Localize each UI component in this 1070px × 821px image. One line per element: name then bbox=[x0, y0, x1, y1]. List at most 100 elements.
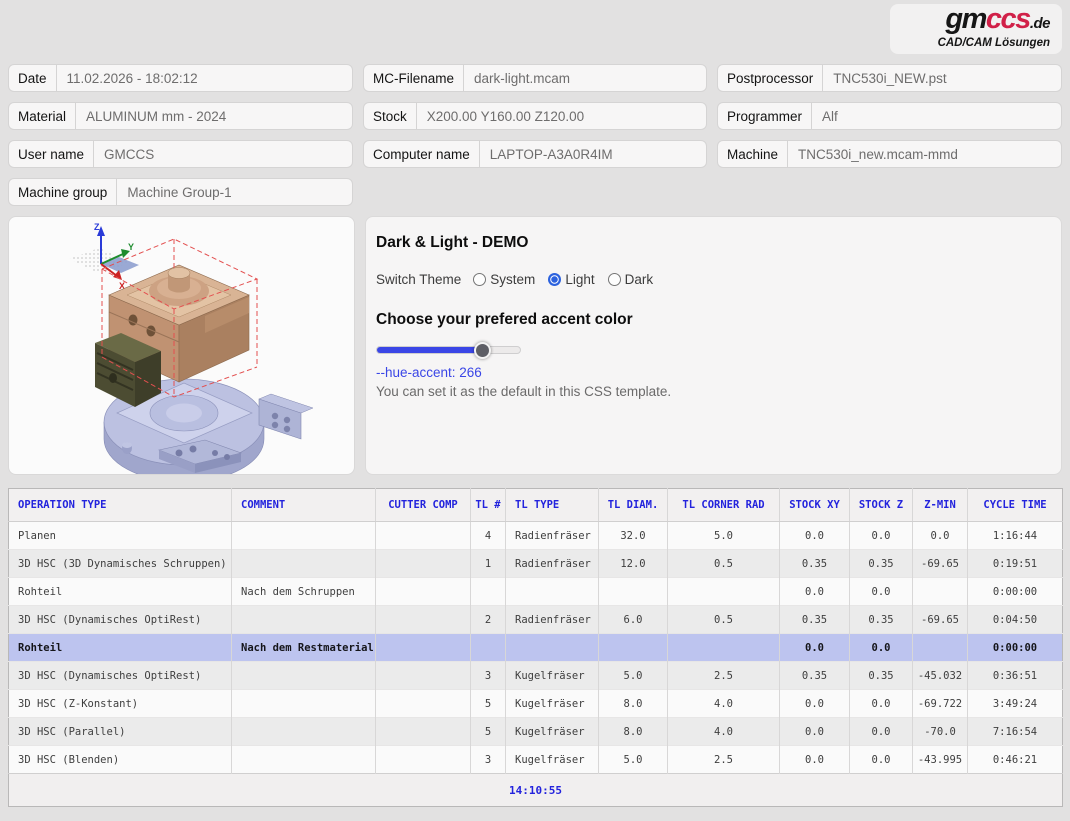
table-cell bbox=[375, 605, 471, 634]
table-cell: Rohteil bbox=[8, 577, 232, 606]
table-row[interactable]: 3D HSC (Z-Konstant) 5 Kugelfräser 8.0 4.0 0.0… bbox=[8, 689, 1063, 718]
table-cell: 0.0 bbox=[779, 577, 850, 606]
table-cell bbox=[375, 689, 471, 718]
table-cell: 0.0 bbox=[849, 577, 913, 606]
operations-table: OPERATION TYPE COMMENT CUTTER COMP TL # TL T… bbox=[8, 488, 1063, 807]
table-cell: 0.0 bbox=[779, 521, 850, 550]
table-row[interactable]: 3D HSC (Dynamisches OptiRest) 3 Kugelfräse… bbox=[8, 661, 1063, 690]
logo-ccs: ccs bbox=[985, 3, 1031, 35]
theme-panel: Dark & Light - DEMO Switch Theme System L… bbox=[365, 216, 1062, 475]
field-value: LAPTOP-A3A0R4IM bbox=[489, 146, 613, 162]
table-cell: 0:04:50 bbox=[967, 605, 1063, 634]
table-row[interactable]: 3D HSC (3D Dynamisches Schruppen) 1 Radien… bbox=[8, 549, 1063, 578]
table-cell: Planen bbox=[8, 521, 232, 550]
table-cell: -69.65 bbox=[912, 549, 968, 578]
field-label: User name bbox=[9, 141, 95, 167]
table-cell: 3 bbox=[470, 661, 506, 690]
table-cell: 0.0 bbox=[779, 689, 850, 718]
table-cell: Kugelfräser bbox=[505, 661, 599, 690]
radio-option-light[interactable]: Light bbox=[548, 272, 595, 287]
table-cell bbox=[912, 577, 968, 606]
accent-note: You can set it as the default in this CS… bbox=[376, 384, 672, 399]
table-row[interactable]: 3D HSC (Parallel) 5 Kugelfräser 8.0 4.0 0.0 0.… bbox=[8, 717, 1063, 746]
table-row[interactable]: 3D HSC (Dynamisches OptiRest) 2 Radienfräs… bbox=[8, 605, 1063, 634]
z-axis-label: Z bbox=[94, 222, 100, 232]
radio-unchecked-icon[interactable] bbox=[473, 273, 487, 286]
table-cell: 0.0 bbox=[849, 717, 913, 746]
table-cell: Kugelfräser bbox=[505, 689, 599, 718]
field-label: Programmer bbox=[718, 103, 813, 129]
table-cell: 0.0 bbox=[779, 717, 850, 746]
table-cell: 0:19:51 bbox=[967, 549, 1063, 578]
table-row[interactable]: Rohteil Nach dem Schruppen 0.0 0.0 0:00:00 bbox=[8, 577, 1063, 606]
table-cell bbox=[231, 745, 376, 774]
table-cell: 0:46:21 bbox=[967, 745, 1063, 774]
table-footer-row: 14:10:55 bbox=[8, 773, 1063, 807]
table-cell: 3D HSC (3D Dynamisches Schruppen) bbox=[8, 549, 232, 578]
field-value: Machine Group-1 bbox=[127, 184, 232, 200]
field-mc-filename: MC-Filename dark-light.mcam bbox=[363, 64, 707, 92]
table-cell bbox=[505, 577, 599, 606]
table-cell: 2.5 bbox=[667, 745, 780, 774]
job-info-fields: Date 11.02.2026 - 18:02:12 MC-Filename dark… bbox=[8, 64, 1062, 206]
table-cell: 0.0 bbox=[849, 633, 913, 662]
radio-option-dark[interactable]: Dark bbox=[607, 272, 654, 287]
table-cell bbox=[667, 633, 780, 662]
table-cell: 7:16:54 bbox=[967, 717, 1063, 746]
field-value: TNC530i_new.mcam-mmd bbox=[798, 146, 958, 162]
table-cell: 0.0 bbox=[849, 521, 913, 550]
column-header-stock-z: STOCK Z bbox=[849, 488, 913, 522]
table-cell: 0.35 bbox=[779, 605, 850, 634]
radio-label: Dark bbox=[624, 272, 654, 287]
y-axis-label: Y bbox=[128, 242, 134, 252]
table-cell bbox=[912, 633, 968, 662]
table-cell: 6.0 bbox=[598, 605, 668, 634]
table-cell: 3:49:24 bbox=[967, 689, 1063, 718]
radio-label: Light bbox=[565, 272, 595, 287]
column-header-operation-type: OPERATION TYPE bbox=[8, 488, 232, 522]
radio-label: System bbox=[490, 272, 536, 287]
table-cell bbox=[375, 521, 471, 550]
table-cell: 0.35 bbox=[779, 549, 850, 578]
table-cell: 0.5 bbox=[667, 605, 780, 634]
logo-wordmark: gmccs.de bbox=[945, 5, 1050, 36]
table-cell: Radienfräser bbox=[505, 549, 599, 578]
field-value: TNC530i_NEW.pst bbox=[833, 70, 947, 86]
table-cell bbox=[470, 577, 506, 606]
radio-checked-icon[interactable] bbox=[548, 273, 562, 286]
table-row-selected[interactable]: Rohteil Nach dem Restmaterial 0.0 0.0 0:00:0… bbox=[8, 633, 1063, 662]
column-header-tl: TL # bbox=[470, 488, 506, 522]
table-cell: 3D HSC (Parallel) bbox=[8, 717, 232, 746]
field-user-name: User name GMCCS bbox=[8, 140, 353, 168]
table-cell bbox=[375, 577, 471, 606]
table-cell: 8.0 bbox=[598, 689, 668, 718]
hue-accent-slider[interactable] bbox=[376, 341, 521, 359]
table-cell bbox=[231, 521, 376, 550]
table-row[interactable]: Planen 4 Radienfräser 32.0 5.0 0.0 0.0 0.0 1:16:… bbox=[8, 521, 1063, 550]
field-label: Machine bbox=[718, 141, 789, 167]
radio-option-system[interactable]: System bbox=[473, 272, 535, 287]
table-row[interactable]: 3D HSC (Blenden) 3 Kugelfräser 5.0 2.5 0.0 0.0… bbox=[8, 745, 1063, 774]
field-label: Date bbox=[9, 65, 57, 91]
slider-thumb[interactable] bbox=[473, 341, 491, 359]
axis-gizmo: Z Y X bbox=[69, 222, 139, 291]
switch-theme-label: Switch Theme bbox=[376, 272, 462, 287]
table-cell bbox=[375, 745, 471, 774]
table-cell bbox=[231, 661, 376, 690]
table-cell bbox=[231, 605, 376, 634]
column-header-tl-type: TL TYPE bbox=[505, 488, 599, 522]
table-cell: 0.35 bbox=[849, 661, 913, 690]
radio-unchecked-icon[interactable] bbox=[607, 273, 621, 286]
field-machine: Machine TNC530i_new.mcam-mmd bbox=[717, 140, 1062, 168]
field-programmer: Programmer Alf bbox=[717, 102, 1062, 130]
table-cell: Kugelfräser bbox=[505, 717, 599, 746]
table-cell: -70.0 bbox=[912, 717, 968, 746]
accent-color-heading: Choose your prefered accent color bbox=[376, 311, 633, 328]
model-viewport[interactable]: Z Y X bbox=[8, 216, 355, 475]
column-header-tl-diam: TL DIAM. bbox=[598, 488, 668, 522]
field-value: ALUMINUM mm - 2024 bbox=[86, 108, 227, 124]
table-cell: 5.0 bbox=[667, 521, 780, 550]
side-clamp-bracket bbox=[258, 393, 314, 440]
table-cell: 5.0 bbox=[598, 661, 668, 690]
field-label: MC-Filename bbox=[364, 65, 465, 91]
